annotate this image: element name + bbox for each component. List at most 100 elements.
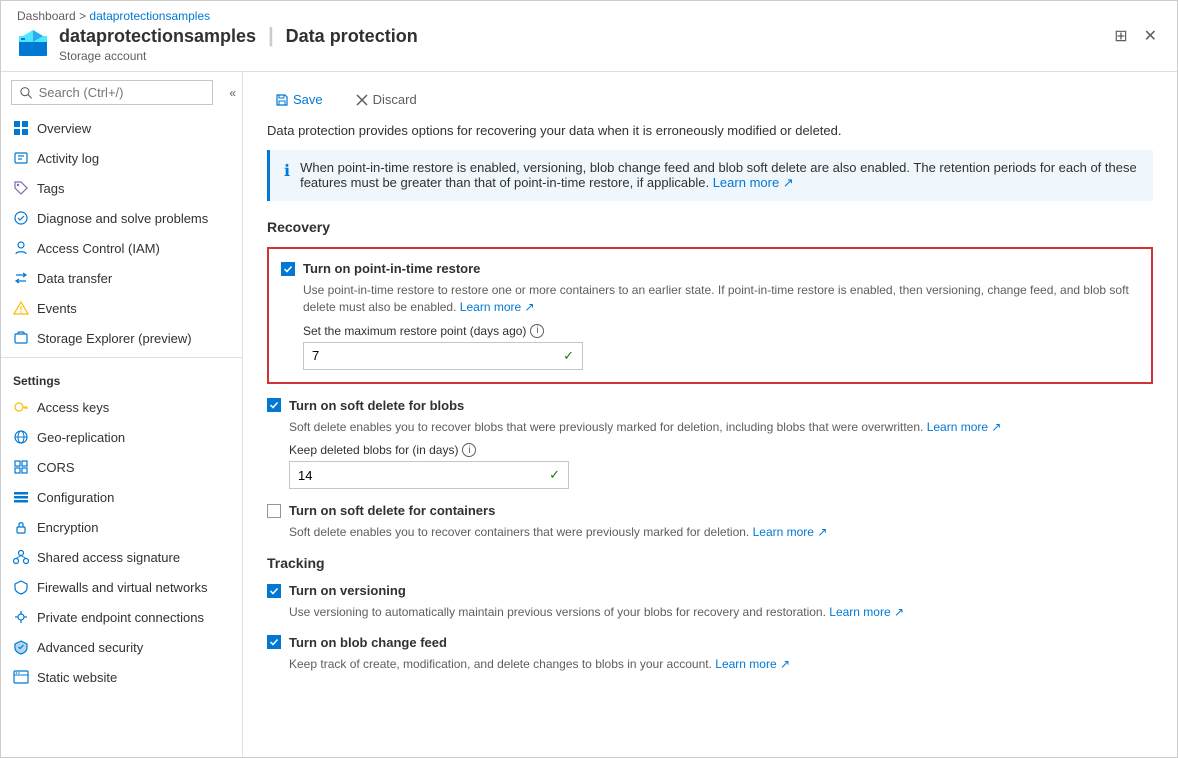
discard-icon	[355, 93, 369, 107]
collapse-button[interactable]: «	[223, 82, 242, 104]
static-website-icon	[13, 669, 29, 685]
header-actions: ⊞ ✕	[1110, 22, 1161, 50]
overview-icon	[13, 120, 29, 136]
sidebar-item-label: Overview	[37, 121, 91, 136]
sidebar-item-label: Private endpoint connections	[37, 610, 204, 625]
sidebar-nav: Overview Activity log Tags	[1, 113, 242, 757]
soft-delete-containers-learn-more[interactable]: Learn more ↗	[753, 525, 828, 539]
sidebar-item-access-keys[interactable]: Access keys	[1, 392, 242, 422]
point-in-time-checkbox-row: Turn on point-in-time restore	[281, 261, 1139, 276]
sidebar-item-label: CORS	[37, 460, 75, 475]
sidebar-item-firewalls[interactable]: Firewalls and virtual networks	[1, 572, 242, 602]
sidebar-divider	[1, 357, 242, 358]
versioning-checkbox-row: Turn on versioning	[267, 583, 1153, 598]
events-icon	[13, 300, 29, 316]
info-icon: ℹ	[284, 161, 290, 191]
sidebar-item-geo-replication[interactable]: Geo-replication	[1, 422, 242, 452]
sidebar-item-label: Advanced security	[37, 640, 143, 655]
sidebar-item-label: Encryption	[37, 520, 98, 535]
sidebar-item-label: Firewalls and virtual networks	[37, 580, 208, 595]
sidebar-item-label: Configuration	[37, 490, 114, 505]
search-box	[1, 72, 223, 113]
keep-blobs-label: Keep deleted blobs for (in days) i	[289, 443, 1153, 457]
soft-delete-containers-checkbox-row: Turn on soft delete for containers	[267, 503, 1153, 518]
sidebar-item-label: Shared access signature	[37, 550, 180, 565]
sidebar-item-activity-log[interactable]: Activity log	[1, 143, 242, 173]
sidebar-item-overview[interactable]: Overview	[1, 113, 242, 143]
sidebar-item-encryption[interactable]: Encryption	[1, 512, 242, 542]
page-title: Data protection	[286, 26, 418, 47]
sidebar-item-storage-explorer[interactable]: Storage Explorer (preview)	[1, 323, 242, 353]
versioning-block: Turn on versioning Use versioning to aut…	[267, 583, 1153, 621]
point-in-time-desc: Use point-in-time restore to restore one…	[303, 282, 1139, 316]
sidebar-item-configuration[interactable]: Configuration	[1, 482, 242, 512]
sidebar-item-access-control[interactable]: Access Control (IAM)	[1, 233, 242, 263]
activity-icon	[13, 150, 29, 166]
configuration-icon	[13, 489, 29, 505]
sidebar-item-shared-access[interactable]: Shared access signature	[1, 542, 242, 572]
sidebar-item-advanced-security[interactable]: Advanced security	[1, 632, 242, 662]
soft-delete-blobs-checkbox[interactable]	[267, 398, 281, 412]
advanced-security-icon	[13, 639, 29, 655]
sidebar-item-private-endpoints[interactable]: Private endpoint connections	[1, 602, 242, 632]
save-icon	[275, 93, 289, 107]
sidebar-item-label: Data transfer	[37, 271, 112, 286]
sidebar-item-label: Tags	[37, 181, 64, 196]
keep-blobs-input[interactable]	[290, 463, 541, 488]
point-in-time-block: Turn on point-in-time restore Use point-…	[267, 247, 1153, 384]
restore-point-input-wrap: ✓	[303, 342, 583, 370]
restore-point-input[interactable]	[304, 343, 555, 368]
discard-button[interactable]: Discard	[347, 88, 425, 111]
point-in-time-learn-more[interactable]: Learn more ↗	[460, 300, 535, 314]
toolbar: Save Discard	[267, 88, 1153, 111]
blob-change-feed-label: Turn on blob change feed	[289, 635, 447, 650]
firewalls-icon	[13, 579, 29, 595]
sidebar-item-label: Access Control (IAM)	[37, 241, 160, 256]
versioning-desc: Use versioning to automatically maintain…	[289, 604, 1153, 621]
close-icon[interactable]: ✕	[1140, 22, 1161, 50]
blob-change-feed-checkbox-row: Turn on blob change feed	[267, 635, 1153, 650]
storage-explorer-icon	[13, 330, 29, 346]
pin-icon[interactable]: ⊞	[1110, 22, 1131, 50]
soft-delete-blobs-block: Turn on soft delete for blobs Soft delet…	[267, 398, 1153, 490]
save-button[interactable]: Save	[267, 88, 331, 111]
storage-icon	[17, 28, 49, 60]
sidebar-item-diagnose[interactable]: Diagnose and solve problems	[1, 203, 242, 233]
sidebar-item-label: Activity log	[37, 151, 99, 166]
access-keys-icon	[13, 399, 29, 415]
shared-access-icon	[13, 549, 29, 565]
iam-icon	[13, 240, 29, 256]
info-learn-more-link[interactable]: Learn more ↗	[713, 175, 794, 190]
sidebar-item-data-transfer[interactable]: Data transfer	[1, 263, 242, 293]
sidebar-item-tags[interactable]: Tags	[1, 173, 242, 203]
keep-blobs-check-icon: ✓	[541, 462, 568, 488]
soft-delete-blobs-desc: Soft delete enables you to recover blobs…	[289, 419, 1153, 436]
breadcrumb-link[interactable]: dataprotectionsamples	[89, 9, 210, 23]
data-transfer-icon	[13, 270, 29, 286]
versioning-label: Turn on versioning	[289, 583, 406, 598]
keep-blobs-info[interactable]: i	[462, 443, 476, 457]
breadcrumb: Dashboard > dataprotectionsamples	[17, 9, 1110, 23]
sidebar-item-cors[interactable]: CORS	[1, 452, 242, 482]
diagnose-icon	[13, 210, 29, 226]
point-in-time-checkbox[interactable]	[281, 262, 295, 276]
main-content: Save Discard Data protection provides op…	[243, 72, 1177, 757]
sidebar-item-static-website[interactable]: Static website	[1, 662, 242, 692]
sidebar-item-label: Events	[37, 301, 77, 316]
blob-change-feed-checkbox[interactable]	[267, 635, 281, 649]
header: Dashboard > dataprotectionsamples datapr…	[1, 1, 1177, 72]
sidebar-item-label: Static website	[37, 670, 117, 685]
tracking-section-title: Tracking	[267, 555, 1153, 571]
body-container: « Overview Activity log	[1, 72, 1177, 757]
soft-delete-blobs-learn-more[interactable]: Learn more ↗	[927, 420, 1002, 434]
versioning-checkbox[interactable]	[267, 584, 281, 598]
blob-change-feed-learn-more[interactable]: Learn more ↗	[715, 657, 790, 671]
point-in-time-label: Turn on point-in-time restore	[303, 261, 480, 276]
keep-blobs-input-wrap: ✓	[289, 461, 569, 489]
restore-point-info[interactable]: i	[530, 324, 544, 338]
search-input[interactable]	[39, 85, 205, 100]
resource-name: dataprotectionsamples	[59, 26, 256, 47]
soft-delete-containers-checkbox[interactable]	[267, 504, 281, 518]
versioning-learn-more[interactable]: Learn more ↗	[829, 605, 904, 619]
sidebar-item-events[interactable]: Events	[1, 293, 242, 323]
